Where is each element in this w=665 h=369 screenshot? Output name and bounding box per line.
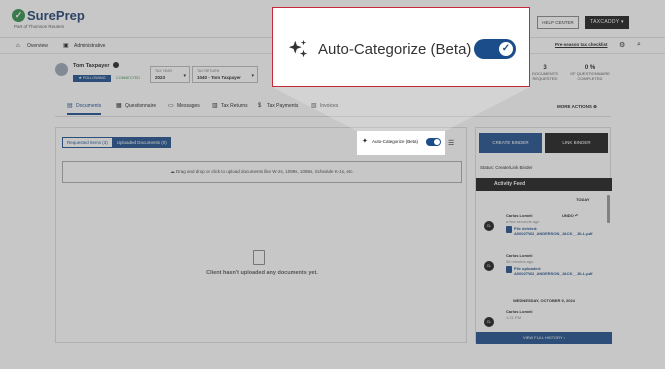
sparkle-icon (288, 39, 308, 58)
auto-categorize-label: Auto-Categorize (Beta) (372, 139, 419, 144)
auto-categorize-label: Auto-Categorize (Beta) (318, 41, 472, 58)
toggle-knob (434, 139, 440, 145)
auto-categorize-toggle[interactable] (426, 138, 441, 146)
auto-categorize-toggle[interactable]: ✓ (474, 39, 516, 59)
sparkle-icon: ✦ (362, 138, 368, 145)
zoom-callout: Auto-Categorize (Beta) ✓ (272, 7, 530, 87)
screen: ✓ SurePrep Part of Thomson Reuters HELP … (0, 0, 665, 369)
check-icon: ✓ (499, 42, 513, 56)
auto-categorize-control: ✦ Auto-Categorize (Beta) (357, 131, 445, 155)
